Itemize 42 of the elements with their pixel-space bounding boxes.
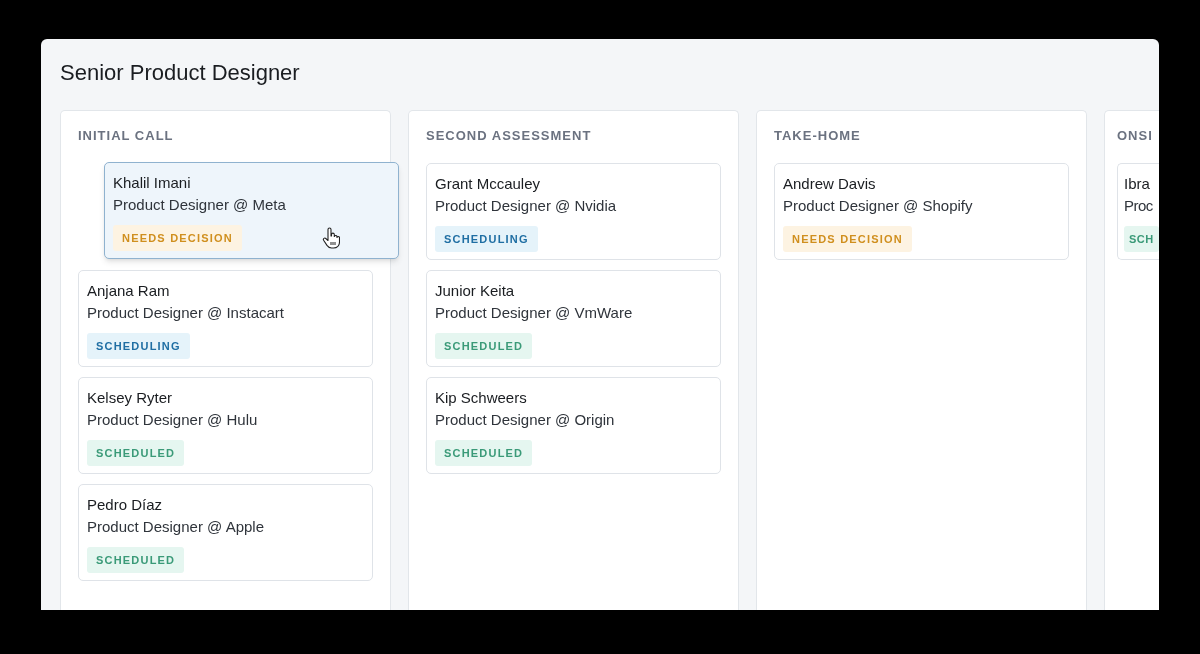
column-title: TAKE-HOME: [774, 127, 861, 145]
candidate-card[interactable]: Andrew Davis Product Designer @ Shopify NEEDS DECISION: [774, 163, 1069, 260]
column-title: SECOND ASSESSMENT: [426, 127, 592, 145]
candidate-card[interactable]: Kelsey Ryter Product Designer @ Hulu SCHEDULED: [78, 377, 373, 474]
column-title: ONSI: [1117, 127, 1153, 145]
candidate-role: Product Designer @ VmWare: [435, 303, 633, 323]
board-title: Senior Product Designer: [60, 59, 300, 87]
candidate-role: Product Designer @ Apple: [87, 517, 264, 537]
status-badge: SCHEDULING: [87, 333, 190, 359]
candidate-name: Anjana Ram: [87, 281, 170, 301]
dragged-candidate-card[interactable]: Khalil Imani Product Designer @ Meta NEEDS DECISION: [104, 162, 399, 259]
status-badge: NEEDS DECISION: [783, 226, 912, 252]
candidate-name: Ibra: [1124, 174, 1150, 194]
status-badge: NEEDS DECISION: [113, 225, 242, 251]
status-badge: SCHEDULED: [435, 333, 533, 359]
candidate-name: Khalil Imani: [113, 173, 191, 193]
candidate-card[interactable]: Anjana Ram Product Designer @ Instacart SCHEDULING: [78, 270, 373, 367]
candidate-name: Grant Mccauley: [435, 174, 541, 194]
status-badge: SCHEDULED: [435, 440, 533, 466]
candidate-name: Junior Keita: [435, 281, 515, 301]
candidate-role: Product Designer @ Nvidia: [435, 196, 617, 216]
status-badge: SCHEDULING: [435, 226, 538, 252]
candidate-role: Product Designer @ Instacart: [87, 303, 284, 323]
candidate-card[interactable]: Pedro Díaz Product Designer @ Apple SCHEDULED: [78, 484, 373, 581]
candidate-card[interactable]: Ibra Proc SCH: [1117, 163, 1159, 260]
candidate-name: Andrew Davis: [783, 174, 876, 194]
candidate-name: Kip Schweers: [435, 388, 527, 408]
candidate-name: Kelsey Ryter: [87, 388, 173, 408]
status-badge: SCH: [1124, 226, 1159, 252]
candidate-role: Proc: [1124, 196, 1153, 216]
candidate-role: Product Designer @ Hulu: [87, 410, 258, 430]
candidate-card[interactable]: Junior Keita Product Designer @ VmWare SCHEDULED: [426, 270, 721, 367]
status-badge: SCHEDULED: [87, 440, 185, 466]
status-badge: SCHEDULED: [87, 547, 185, 573]
candidate-name: Pedro Díaz: [87, 495, 163, 515]
candidate-role: Product Designer @ Origin: [435, 410, 615, 430]
candidate-role: Product Designer @ Shopify: [783, 196, 973, 216]
candidate-card[interactable]: Grant Mccauley Product Designer @ Nvidia SCHEDULING: [426, 163, 721, 260]
candidate-card[interactable]: Kip Schweers Product Designer @ Origin SCHEDULED: [426, 377, 721, 474]
candidate-role: Product Designer @ Meta: [113, 195, 286, 215]
column-title: INITIAL CALL: [78, 127, 174, 145]
hand-cursor-icon: [321, 227, 340, 249]
